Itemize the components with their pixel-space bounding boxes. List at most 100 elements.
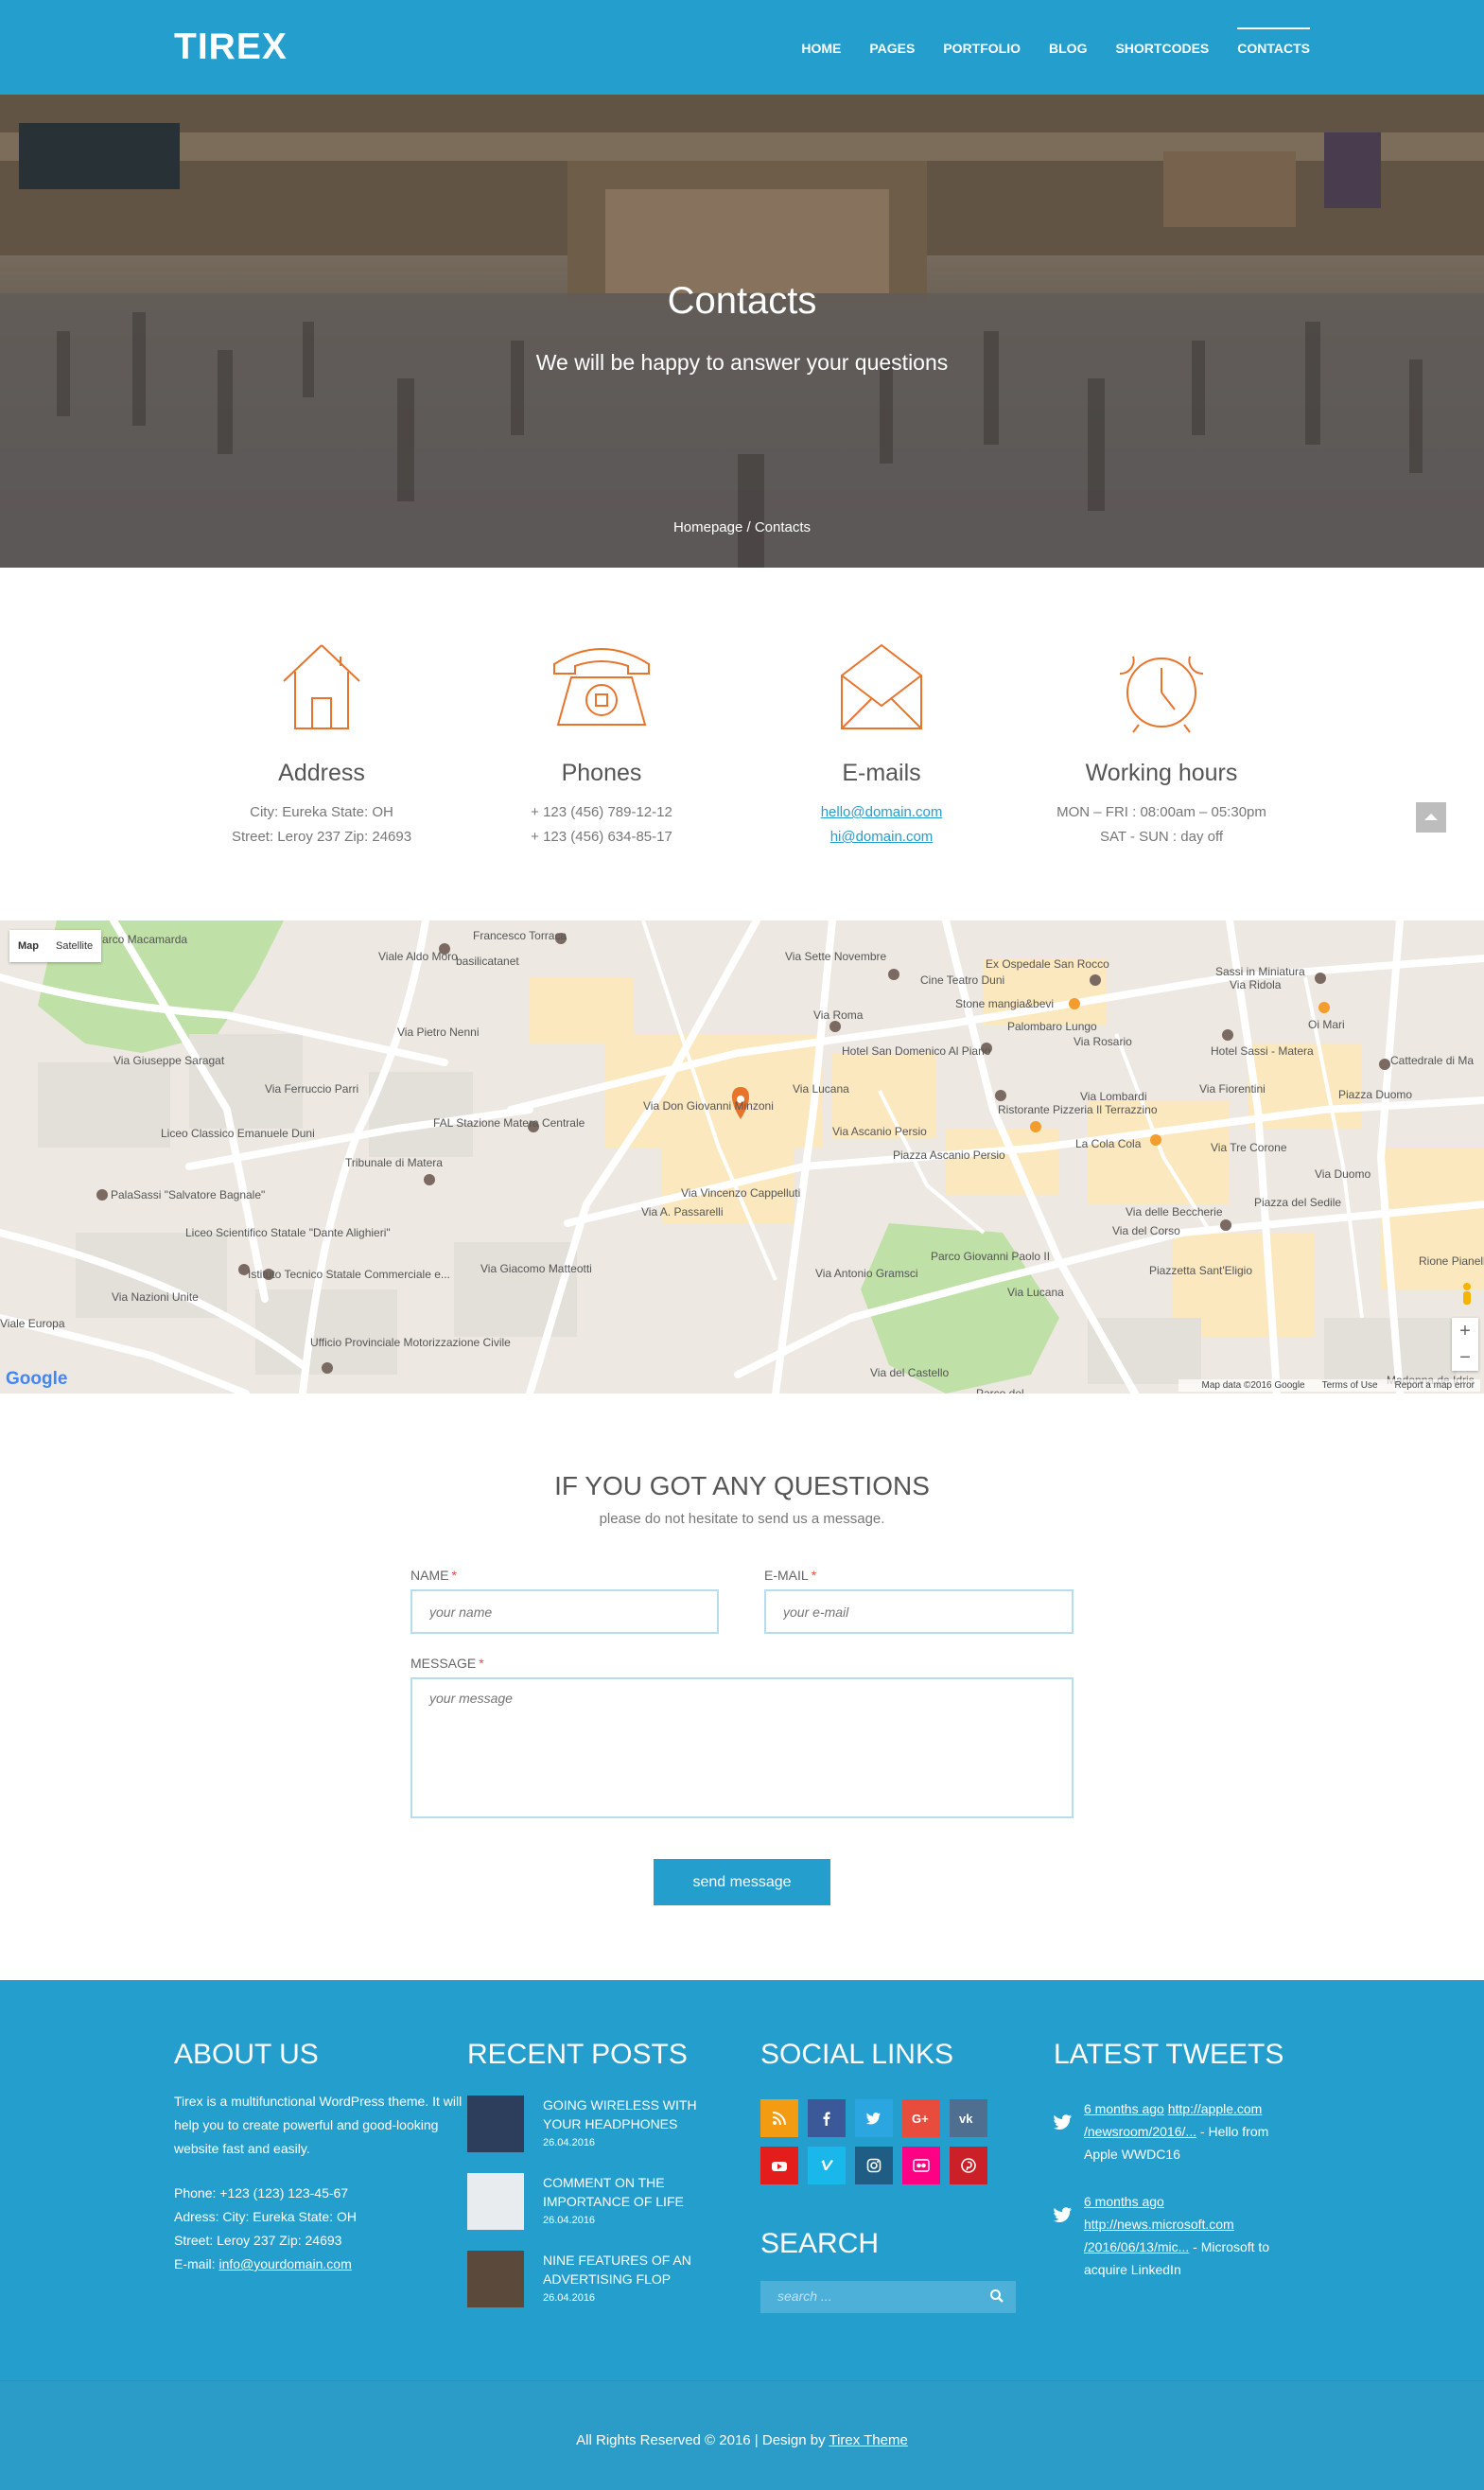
- vimeo-icon[interactable]: [808, 2147, 846, 2184]
- footer-search-input[interactable]: search ...: [760, 2281, 1016, 2313]
- map-label: FAL Stazione Matera Centrale: [433, 1116, 585, 1130]
- map-label: Viale Europa: [0, 1317, 65, 1330]
- map-label: Via Ferruccio Parri: [265, 1082, 358, 1096]
- chevron-up-icon: [1424, 814, 1438, 820]
- location-map[interactable]: Parco Macamarda basilicatanet Francesco To…: [0, 921, 1484, 1394]
- map-type-satellite-button[interactable]: Satellite: [47, 930, 101, 962]
- search-icon[interactable]: [989, 2288, 1004, 2304]
- scroll-to-top-button[interactable]: [1416, 802, 1446, 833]
- breadcrumb-home[interactable]: Homepage: [673, 519, 742, 535]
- vk-icon[interactable]: vk: [950, 2099, 987, 2137]
- email-link[interactable]: hello@domain.com: [821, 804, 943, 820]
- name-input[interactable]: [410, 1589, 719, 1634]
- nav-home[interactable]: HOME: [801, 27, 841, 67]
- map-label: Cine Teatro Duni: [920, 973, 1004, 987]
- nav-shortcodes[interactable]: SHORTCODES: [1115, 27, 1209, 67]
- site-logo[interactable]: TIREX: [174, 26, 288, 68]
- map-label: Viale Aldo Moro: [378, 950, 458, 963]
- email-input[interactable]: [764, 1589, 1074, 1634]
- map-label: Ex Ospedale San Rocco: [986, 957, 1109, 971]
- map-label: Ufficio Provinciale Motorizzazione Civil…: [310, 1336, 511, 1349]
- map-label: Via Giacomo Matteotti: [480, 1262, 592, 1275]
- tweet-time-link[interactable]: 6 months ago: [1084, 2194, 1164, 2209]
- theme-credit-link[interactable]: Tirex Theme: [829, 2432, 907, 2448]
- info-text: hello@domain.com hi@domain.com: [740, 800, 1023, 850]
- map-type-map-button[interactable]: Map: [9, 930, 47, 962]
- info-title: Working hours: [1085, 760, 1238, 786]
- map-label: Cattedrale di Ma: [1390, 1054, 1474, 1067]
- info-emails: E-mails hello@domain.com hi@domain.com: [740, 640, 1023, 850]
- map-label: Parco del: [976, 1387, 1024, 1394]
- recent-post-item[interactable]: GOING WIRELESS WITH YOUR HEADPHONES 26.04…: [467, 2095, 699, 2152]
- svg-text:vk: vk: [959, 2112, 973, 2125]
- post-date: 26.04.2016: [543, 2292, 596, 2304]
- nav-blog[interactable]: BLOG: [1049, 27, 1087, 67]
- map-label: Francesco Torraca: [473, 929, 567, 942]
- social-links-title: SOCIAL LINKS: [760, 2039, 953, 2070]
- nav-portfolio[interactable]: PORTFOLIO: [943, 27, 1021, 67]
- post-thumbnail[interactable]: [467, 2095, 524, 2152]
- street-view-pegman-icon[interactable]: [1459, 1282, 1475, 1306]
- email-link[interactable]: hi@domain.com: [830, 829, 934, 845]
- send-message-button[interactable]: send message: [654, 1859, 830, 1905]
- report-map-error-link[interactable]: Report a map error: [1395, 1380, 1475, 1391]
- copyright-text: All Rights Reserved © 2016 | Design by: [576, 2432, 829, 2448]
- google-plus-icon[interactable]: G+: [902, 2099, 940, 2137]
- post-thumbnail[interactable]: [467, 2251, 524, 2307]
- breadcrumb: Homepage / Contacts: [0, 519, 1484, 535]
- map-canvas[interactable]: Parco Macamarda basilicatanet Francesco To…: [0, 921, 1484, 1394]
- post-thumbnail[interactable]: [467, 2173, 524, 2230]
- map-label: Hotel San Domenico Al Piano: [842, 1044, 991, 1058]
- nav-contacts[interactable]: CONTACTS: [1237, 27, 1310, 67]
- info-text: City: Eureka State: OH Street: Leroy 237 …: [231, 804, 412, 845]
- youtube-icon[interactable]: [760, 2147, 798, 2184]
- map-label: Via Ascanio Persio: [832, 1125, 927, 1138]
- nav-pages[interactable]: PAGES: [869, 27, 915, 67]
- alarm-clock-icon: [1119, 656, 1204, 733]
- recent-post-item[interactable]: NINE FEATURES OF AN ADVERTISING FLOP 26.0…: [467, 2251, 699, 2307]
- facebook-icon[interactable]: [808, 2099, 846, 2137]
- info-title: E-mails: [842, 760, 921, 786]
- info-text: + 123 (456) 789-12-12 + 123 (456) 634-85-…: [531, 804, 672, 845]
- message-textarea[interactable]: [410, 1677, 1074, 1818]
- recent-post-item[interactable]: COMMENT ON THE IMPORTANCE OF LIFE 26.04.2…: [467, 2173, 699, 2230]
- map-label: Via del Castello: [870, 1366, 949, 1379]
- info-title: Phones: [561, 760, 642, 786]
- rss-icon[interactable]: [760, 2099, 798, 2137]
- map-label: Via Nazioni Unite: [112, 1290, 199, 1304]
- map-label: Sassi in Miniatura: [1215, 965, 1305, 978]
- footer-address: Adress: City: Eureka State: OH: [174, 2209, 357, 2224]
- terms-of-use-link[interactable]: Terms of Use: [1322, 1380, 1378, 1391]
- map-label: Oi Mari: [1308, 1018, 1345, 1031]
- flickr-icon[interactable]: [902, 2147, 940, 2184]
- footer-street: Street: Leroy 237 Zip: 24693: [174, 2233, 342, 2248]
- zoom-out-button[interactable]: −: [1452, 1344, 1478, 1371]
- map-label: Via Lucana: [793, 1082, 849, 1096]
- footer-social: SOCIAL LINKS G+ vk SEARCH search ...: [760, 2039, 1016, 2313]
- map-label: Parco Macamarda: [95, 933, 187, 946]
- hero-overlay: [0, 95, 1484, 568]
- page-title: Contacts: [667, 280, 817, 322]
- post-title[interactable]: NINE FEATURES OF AN ADVERTISING FLOP: [543, 2251, 699, 2288]
- google-logo: Google: [6, 1369, 68, 1389]
- footer-email-link[interactable]: info@yourdomain.com: [218, 2256, 351, 2271]
- post-title[interactable]: COMMENT ON THE IMPORTANCE OF LIFE: [543, 2173, 699, 2211]
- instagram-icon[interactable]: [855, 2147, 893, 2184]
- hero-banner: Contacts We will be happy to answer your…: [0, 95, 1484, 568]
- house-icon: [283, 644, 360, 729]
- twitter-icon[interactable]: [855, 2099, 893, 2137]
- tweet-time-link[interactable]: 6 months ago: [1084, 2101, 1164, 2116]
- footer-latest-tweets: LATEST TWEETS 6 months ago http://apple.…: [1054, 2039, 1301, 2281]
- footer-about-title: ABOUT US: [174, 2039, 319, 2070]
- zoom-in-button[interactable]: +: [1452, 1318, 1478, 1344]
- info-hours: Working hours MON – FRI : 08:00am – 05:3…: [1020, 640, 1303, 850]
- map-label: Via Sette Novembre: [785, 950, 886, 963]
- info-text: MON – FRI : 08:00am – 05:30pm SAT - SUN :…: [1056, 804, 1266, 845]
- post-title[interactable]: GOING WIRELESS WITH YOUR HEADPHONES: [543, 2095, 699, 2133]
- footer-contact-details: Phone: +123 (123) 123-45-67 Adress: City…: [174, 2182, 467, 2276]
- contact-info: Address City: Eureka State: OH Street: Le…: [0, 568, 1484, 921]
- map-label: Piazza Ascanio Persio: [893, 1149, 1005, 1162]
- map-label: Via Vincenzo Cappelluti: [681, 1186, 800, 1200]
- map-label: Rione Pianelle: [1419, 1254, 1484, 1268]
- pinterest-icon[interactable]: [950, 2147, 987, 2184]
